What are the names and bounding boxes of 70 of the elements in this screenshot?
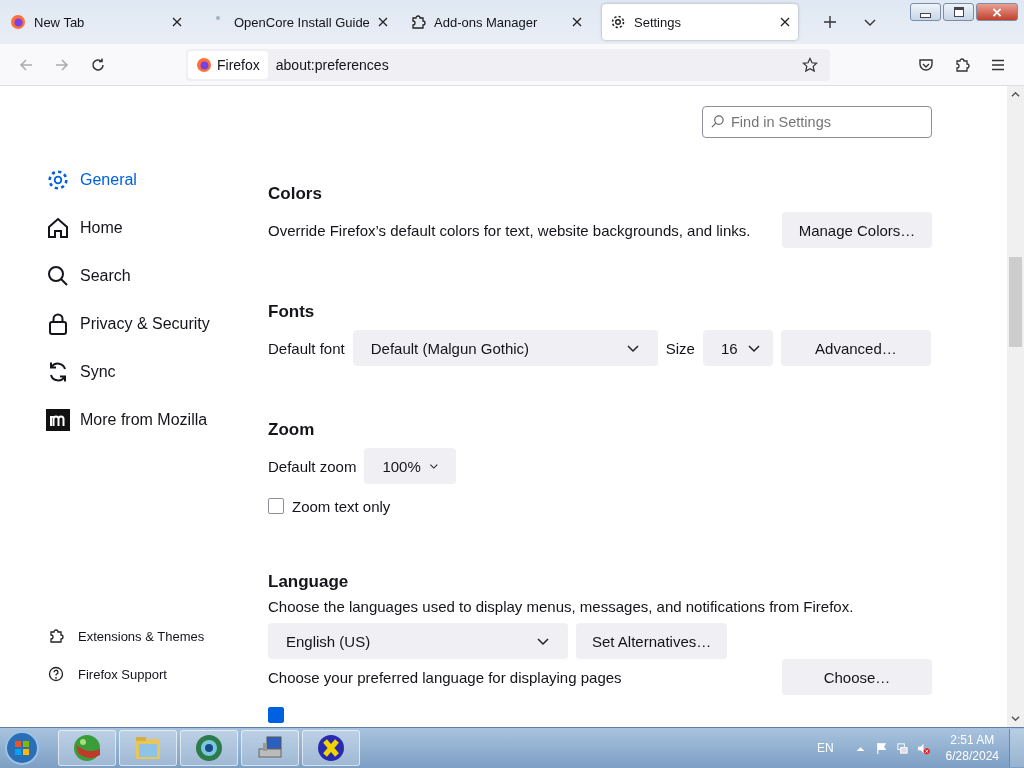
sidebar-item[interactable]: Home xyxy=(46,216,268,240)
globe-icon xyxy=(72,733,102,763)
help-icon xyxy=(48,666,64,682)
description-text: Override Firefox’s default colors for text, website backgrounds, and links. xyxy=(268,221,751,239)
settings-icon xyxy=(46,168,70,192)
zoom-dropdown[interactable]: 100% xyxy=(364,448,457,484)
close-icon[interactable] xyxy=(572,17,582,27)
section-heading: Colors xyxy=(268,184,323,204)
search-icon xyxy=(46,264,70,288)
checkbox[interactable] xyxy=(268,707,284,723)
taskbar-app[interactable] xyxy=(180,730,238,766)
sidebar-link[interactable]: Extensions & Themes xyxy=(48,627,268,645)
minimize-button[interactable] xyxy=(910,3,941,21)
size-dropdown[interactable]: 16 xyxy=(702,330,773,366)
advanced-button[interactable]: Advanced… xyxy=(780,330,931,366)
set-alternatives-button[interactable]: Set Alternatives… xyxy=(576,623,728,659)
font-dropdown[interactable]: Default (Malgun Gothic) xyxy=(352,330,658,366)
field-label: Default font xyxy=(268,339,345,357)
page-icon xyxy=(216,16,220,20)
sidebar-item[interactable]: More from Mozilla xyxy=(46,408,268,432)
address-bar[interactable]: Firefox about:preferences xyxy=(186,48,830,81)
checkbox-label: Zoom text only xyxy=(292,497,391,515)
firefox-icon xyxy=(10,14,26,30)
puzzle-icon xyxy=(410,14,426,30)
home-icon xyxy=(46,216,70,240)
close-icon[interactable] xyxy=(172,17,182,27)
taskbar-app[interactable] xyxy=(241,730,299,766)
browser-tab[interactable]: Settings xyxy=(602,4,798,40)
taskbar-app[interactable] xyxy=(302,730,360,766)
star-icon[interactable] xyxy=(802,56,818,73)
sidebar-item[interactable]: Sync xyxy=(46,360,268,384)
choose-button[interactable]: Choose… xyxy=(782,659,932,695)
browser-tab[interactable]: New Tab xyxy=(2,4,190,40)
x-logo-icon xyxy=(316,733,346,763)
close-button[interactable] xyxy=(976,3,1018,21)
sidebar-item[interactable]: Search xyxy=(46,264,268,288)
manage-colors-button[interactable]: Manage Colors… xyxy=(782,212,932,248)
identity-box[interactable]: Firefox xyxy=(188,50,268,79)
browser-tab[interactable]: Add-ons Manager xyxy=(402,4,590,40)
close-icon[interactable] xyxy=(377,17,388,27)
sidebar-item[interactable]: General xyxy=(46,168,268,192)
sidebar-item[interactable]: Privacy & Security xyxy=(46,312,268,336)
scroll-up-icon[interactable] xyxy=(1011,90,1020,99)
puzzle-icon xyxy=(48,628,64,644)
section-heading: Zoom xyxy=(268,420,316,440)
description-text: Choose your preferred language for displaying pages xyxy=(268,668,622,686)
lock-icon xyxy=(46,312,70,336)
language-dropdown[interactable]: English (US) xyxy=(268,623,568,659)
search-icon xyxy=(710,114,725,129)
section-heading: Language xyxy=(268,572,350,592)
new-tab-icon[interactable] xyxy=(823,15,837,29)
browser-tab[interactable]: OpenCore Install Guide xyxy=(202,4,390,40)
scroll-down-icon[interactable] xyxy=(1011,714,1020,723)
close-icon[interactable] xyxy=(780,17,790,27)
sidebar-link[interactable]: Firefox Support xyxy=(48,665,268,683)
close-icon xyxy=(992,7,1002,17)
checkbox[interactable] xyxy=(268,498,284,514)
field-label: Size xyxy=(665,339,695,357)
taskbar-app[interactable] xyxy=(58,730,116,766)
globe-icon xyxy=(194,733,224,763)
volume-muted-icon[interactable] xyxy=(916,741,930,755)
description-text: Choose the languages used to display menus, messages, and notifications from Firefox. xyxy=(268,598,855,615)
search-field[interactable]: Find in Settings xyxy=(702,106,932,138)
section-heading: Fonts xyxy=(268,302,316,322)
field-label: Default zoom xyxy=(268,457,357,475)
scrollbar-thumb[interactable] xyxy=(1009,257,1022,347)
start-button[interactable] xyxy=(4,730,40,766)
mozilla-icon xyxy=(46,408,70,432)
restore-button[interactable] xyxy=(943,3,974,21)
gear-icon xyxy=(610,14,626,30)
